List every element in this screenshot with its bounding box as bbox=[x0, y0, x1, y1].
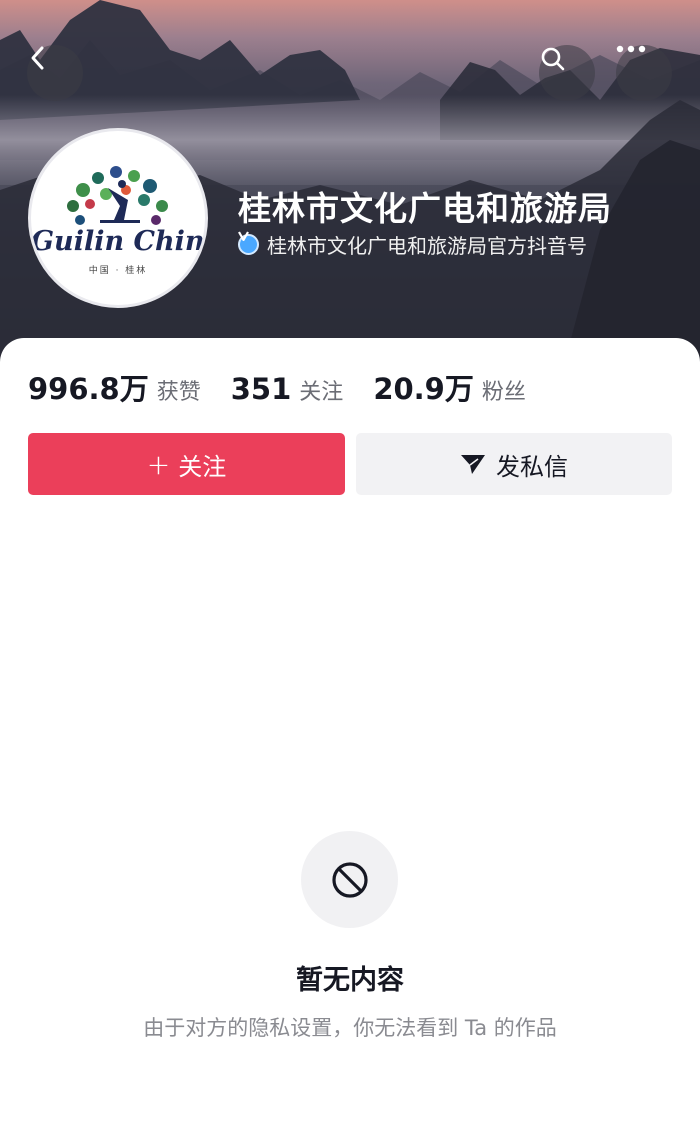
header-banner-image: Guilin China 中国 · 桂林 桂林市文化广电和旅游局 桂林市文化广电… bbox=[0, 0, 700, 380]
back-button[interactable] bbox=[27, 45, 83, 101]
empty-state-title: 暂无内容 bbox=[296, 965, 404, 996]
plus-icon: + bbox=[146, 447, 171, 481]
stats-row: 996.8万 获赞 351 关注 20.9万 粉丝 bbox=[28, 366, 556, 406]
avatar-logo-text: Guilin China bbox=[31, 226, 208, 257]
empty-state-icon-circle bbox=[301, 831, 398, 928]
profile-card: 996.8万 获赞 351 关注 20.9万 粉丝 + 关注 发私信 暂无内容 … bbox=[0, 338, 700, 1130]
profile-page: Guilin China 中国 · 桂林 桂林市文化广电和旅游局 桂林市文化广电… bbox=[0, 0, 700, 1130]
search-icon bbox=[541, 47, 565, 71]
stat-label: 关注 bbox=[299, 380, 344, 405]
follow-button[interactable]: + 关注 bbox=[28, 433, 345, 495]
more-dots-icon bbox=[616, 45, 646, 53]
follow-button-label: 关注 bbox=[178, 452, 227, 481]
verification-row: 桂林市文化广电和旅游局官方抖音号 bbox=[238, 231, 587, 258]
guilin-logo-graphic bbox=[60, 160, 176, 225]
chevron-left-icon bbox=[31, 46, 44, 70]
empty-state-description: 由于对方的隐私设置，你无法看到 Ta 的作品 bbox=[143, 1016, 557, 1040]
stat-following[interactable]: 351 关注 bbox=[231, 372, 344, 406]
send-message-label: 发私信 bbox=[496, 452, 568, 481]
stat-value: 996.8万 bbox=[28, 372, 149, 406]
stat-value: 351 bbox=[230, 372, 292, 406]
verified-v-icon bbox=[238, 231, 259, 255]
avatar[interactable]: Guilin China 中国 · 桂林 bbox=[28, 128, 208, 308]
stat-likes[interactable]: 996.8万 获赞 bbox=[28, 366, 201, 408]
prohibited-icon bbox=[331, 861, 368, 898]
more-button[interactable] bbox=[616, 45, 672, 101]
avatar-sub-text: 中国 · 桂林 bbox=[88, 266, 148, 276]
profile-name: 桂林市文化广电和旅游局 bbox=[238, 189, 612, 228]
send-icon bbox=[461, 455, 485, 474]
send-message-button[interactable]: 发私信 bbox=[356, 433, 672, 495]
search-button[interactable] bbox=[539, 45, 595, 101]
stat-label: 粉丝 bbox=[481, 380, 526, 405]
stat-followers[interactable]: 20.9万 粉丝 bbox=[373, 366, 526, 408]
stat-value: 20.9万 bbox=[373, 372, 474, 406]
stat-label: 获赞 bbox=[156, 380, 201, 405]
verification-text: 桂林市文化广电和旅游局官方抖音号 bbox=[267, 233, 587, 258]
